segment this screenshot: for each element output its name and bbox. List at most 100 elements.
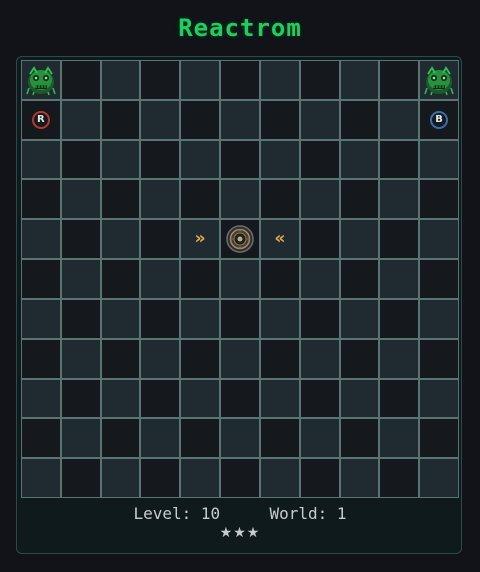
board-cell[interactable] — [181, 379, 220, 418]
board-cell[interactable] — [181, 459, 220, 497]
board-cell[interactable] — [300, 140, 339, 179]
board-cell[interactable] — [61, 140, 100, 179]
board-cell[interactable] — [61, 220, 100, 259]
board-cell[interactable] — [22, 61, 60, 99]
board-cell[interactable] — [300, 220, 339, 259]
board-cell[interactable] — [101, 180, 140, 219]
board-cell[interactable] — [340, 260, 379, 298]
board-cell[interactable] — [221, 299, 259, 338]
board-cell[interactable] — [101, 339, 140, 378]
board-cell[interactable] — [340, 339, 379, 378]
board-cell[interactable] — [181, 100, 220, 139]
board-cell[interactable] — [300, 339, 339, 378]
board-cell[interactable] — [300, 379, 339, 418]
board-cell[interactable] — [22, 339, 60, 378]
board-cell[interactable] — [101, 299, 140, 338]
board-cell[interactable] — [260, 459, 299, 497]
board-cell[interactable] — [101, 140, 140, 179]
board-cell[interactable] — [181, 260, 220, 298]
board-cell[interactable] — [420, 260, 458, 298]
board-cell[interactable] — [300, 61, 339, 99]
board-cell[interactable] — [380, 180, 419, 219]
board-cell[interactable] — [101, 220, 140, 259]
board-cell[interactable] — [22, 260, 60, 298]
board-cell[interactable] — [260, 140, 299, 179]
board-cell[interactable] — [380, 459, 419, 497]
board-cell[interactable] — [221, 459, 259, 497]
board-cell[interactable] — [300, 100, 339, 139]
board-cell[interactable] — [340, 379, 379, 418]
board-cell[interactable] — [101, 260, 140, 298]
board-cell[interactable] — [260, 419, 299, 458]
board-cell[interactable] — [101, 419, 140, 458]
board-cell[interactable] — [61, 61, 100, 99]
board-cell[interactable] — [101, 61, 140, 99]
board-cell[interactable] — [380, 379, 419, 418]
board-cell[interactable] — [340, 220, 379, 259]
board-cell[interactable] — [22, 299, 60, 338]
board-cell[interactable] — [181, 180, 220, 219]
board-cell[interactable] — [300, 299, 339, 338]
reactor-core-icon[interactable] — [226, 225, 254, 253]
board-cell[interactable] — [380, 299, 419, 338]
board-cell[interactable]: B — [420, 100, 458, 139]
board-cell[interactable] — [22, 220, 60, 259]
board-cell[interactable] — [260, 339, 299, 378]
board-cell[interactable] — [221, 61, 259, 99]
board-cell[interactable] — [101, 459, 140, 497]
board-cell[interactable] — [340, 419, 379, 458]
board-cell[interactable] — [141, 299, 180, 338]
board-cell[interactable] — [221, 180, 259, 219]
board-cell[interactable] — [420, 180, 458, 219]
board-cell[interactable] — [101, 379, 140, 418]
board-cell[interactable]: R — [22, 100, 60, 139]
board-cell[interactable] — [300, 419, 339, 458]
board-cell[interactable] — [260, 180, 299, 219]
board-cell[interactable] — [260, 299, 299, 338]
board-cell[interactable] — [22, 459, 60, 497]
board-cell[interactable] — [420, 339, 458, 378]
board-cell[interactable] — [22, 180, 60, 219]
board-cell[interactable] — [181, 339, 220, 378]
board-cell[interactable] — [340, 299, 379, 338]
board-cell[interactable] — [61, 339, 100, 378]
board-cell[interactable] — [61, 419, 100, 458]
board-cell[interactable] — [380, 260, 419, 298]
board-cell[interactable] — [380, 61, 419, 99]
board-cell[interactable] — [260, 260, 299, 298]
board-cell[interactable] — [221, 140, 259, 179]
board-cell[interactable] — [420, 61, 458, 99]
board-cell[interactable] — [141, 379, 180, 418]
board-cell[interactable] — [22, 419, 60, 458]
board-cell[interactable] — [380, 220, 419, 259]
board-cell[interactable] — [300, 180, 339, 219]
board-cell[interactable] — [61, 260, 100, 298]
board-cell[interactable] — [141, 419, 180, 458]
board-cell[interactable] — [141, 339, 180, 378]
green-monster-icon[interactable] — [25, 64, 57, 96]
board-cell[interactable] — [141, 100, 180, 139]
game-board[interactable]: R B » « — [21, 60, 459, 498]
board-cell[interactable] — [141, 220, 180, 259]
board-cell[interactable] — [181, 419, 220, 458]
board-cell[interactable] — [61, 100, 100, 139]
board-cell[interactable] — [340, 140, 379, 179]
board-cell[interactable] — [420, 220, 458, 259]
green-monster-icon[interactable] — [423, 64, 455, 96]
board-cell[interactable] — [420, 299, 458, 338]
board-cell[interactable] — [141, 140, 180, 179]
board-cell[interactable] — [340, 61, 379, 99]
board-cell[interactable] — [221, 100, 259, 139]
board-cell[interactable] — [260, 379, 299, 418]
board-cell[interactable] — [61, 379, 100, 418]
blue-badge-icon[interactable]: B — [430, 110, 449, 129]
board-cell[interactable] — [340, 180, 379, 219]
board-cell[interactable] — [141, 61, 180, 99]
board-cell[interactable] — [181, 61, 220, 99]
board-cell[interactable] — [420, 379, 458, 418]
board-cell[interactable] — [300, 459, 339, 497]
board-cell[interactable] — [141, 459, 180, 497]
board-cell[interactable]: » — [181, 220, 220, 259]
board-cell[interactable] — [380, 419, 419, 458]
board-cell[interactable] — [221, 339, 259, 378]
